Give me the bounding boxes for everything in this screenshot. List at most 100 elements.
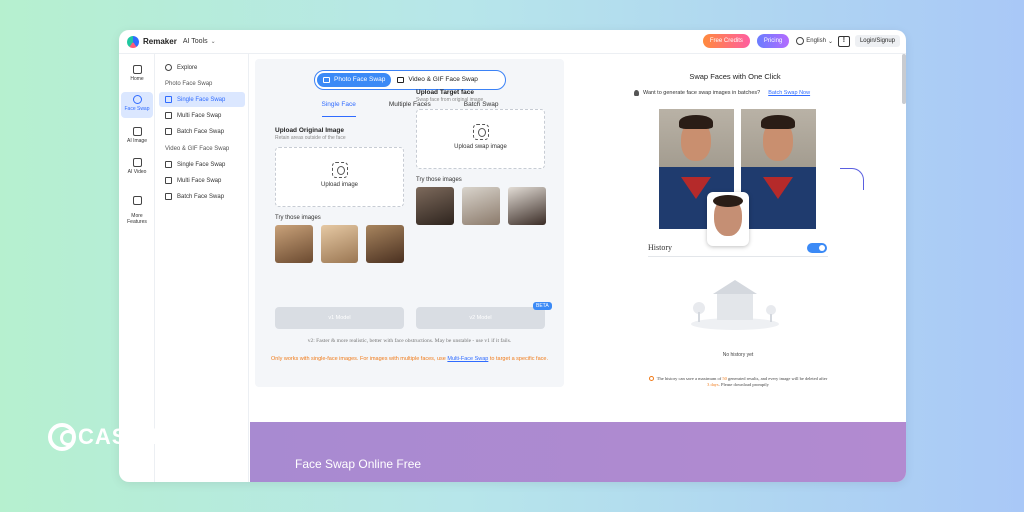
login-button[interactable]: Login/Signup xyxy=(854,35,900,47)
photo-icon xyxy=(323,77,330,83)
multi-face-icon xyxy=(165,112,172,119)
top-right-actions: Free Credits Pricing English ⌄ ! Login/S… xyxy=(702,34,900,48)
sample-image[interactable] xyxy=(320,225,359,263)
multi-face-swap-link[interactable]: Multi-Face Swap xyxy=(447,356,488,362)
secondary-nav: Explore Photo Face Swap Single Face Swap… xyxy=(155,54,249,482)
upload-original-label: Upload image xyxy=(320,182,359,188)
divider xyxy=(648,256,828,257)
compass-icon xyxy=(165,64,172,71)
hair xyxy=(713,195,743,207)
model-note: v2: Faster & more realistic, better with… xyxy=(307,338,512,344)
nav-photo-batch[interactable]: Batch Face Swap xyxy=(159,124,245,139)
upload-original-dropzone[interactable]: Upload image xyxy=(275,147,404,207)
sample-image[interactable] xyxy=(416,187,454,225)
sample-image[interactable] xyxy=(508,187,546,225)
batch-prompt: Want to generate face swap images in bat… xyxy=(634,90,810,96)
rail-item-home[interactable]: Home xyxy=(121,62,153,88)
note-days: 3 days xyxy=(707,382,719,387)
nav-photo-multi[interactable]: Multi Face Swap xyxy=(159,108,245,123)
nav-label: Single Face Swap xyxy=(177,161,226,168)
batch-swap-now-link[interactable]: Batch Swap Now xyxy=(768,90,810,96)
nav-label: Explore xyxy=(177,64,198,71)
lightbulb-icon xyxy=(634,90,639,96)
globe-icon xyxy=(796,37,805,45)
sample-original-images xyxy=(275,225,405,263)
rail-label: Home xyxy=(130,76,144,82)
chevron-down-icon: ⌄ xyxy=(827,38,833,45)
rail-item-more-features[interactable]: More Features xyxy=(121,187,153,225)
logo[interactable]: Remaker xyxy=(127,35,177,48)
nav-video-batch[interactable]: Batch Face Swap xyxy=(159,189,245,204)
brand-name: Remaker xyxy=(143,37,177,46)
rail-label: More Features xyxy=(127,213,147,225)
pricing-button[interactable]: Pricing xyxy=(756,34,790,48)
feedback-icon[interactable]: ! xyxy=(837,35,850,47)
video-icon xyxy=(132,158,142,167)
warning-text: to target a specific face. xyxy=(489,356,548,362)
rail-item-ai-image[interactable]: AI Image xyxy=(121,124,153,150)
nav-section-photo: Photo Face Swap xyxy=(165,81,213,87)
v1-model-button[interactable]: v1 Model xyxy=(275,307,404,329)
upload-target-dropzone[interactable]: Upload swap image xyxy=(416,109,545,169)
sample-image[interactable] xyxy=(366,225,405,263)
tab-single-face[interactable]: Single Face xyxy=(321,101,356,117)
example-result-image xyxy=(741,109,816,229)
note-text: The history can save a maximum of xyxy=(656,376,722,381)
watermark-text: CASHIFY xyxy=(78,424,182,449)
note-text: . Please download promptly xyxy=(718,382,769,387)
batch-prompt-text: Want to generate face swap images in bat… xyxy=(643,90,761,96)
hair xyxy=(761,115,795,129)
original-image-column: Upload Original Image Retain areas outsi… xyxy=(275,127,405,263)
cashify-watermark: CASHIFY xyxy=(48,423,182,451)
rail-item-face-swap[interactable]: Face Swap xyxy=(121,92,153,118)
try-images-label: Try those images xyxy=(275,215,321,221)
nav-explore[interactable]: Explore xyxy=(159,60,245,75)
mode-photo-face-swap[interactable]: Photo Face Swap xyxy=(317,73,392,87)
rail-label: AI Image xyxy=(126,138,147,144)
empty-history-illustration xyxy=(691,280,779,330)
image-icon xyxy=(132,127,142,136)
nav-video-single[interactable]: Single Face Swap xyxy=(159,157,245,172)
home-icon xyxy=(132,65,142,74)
history-title: History xyxy=(648,243,672,252)
language-selector[interactable]: English ⌄ xyxy=(796,37,833,45)
example-source-face xyxy=(707,192,749,246)
nav-video-multi[interactable]: Multi Face Swap xyxy=(159,173,245,188)
single-face-icon xyxy=(165,161,172,168)
face-swap-icon xyxy=(132,95,142,104)
free-credits-button[interactable]: Free Credits xyxy=(702,34,750,48)
cashify-logo-icon xyxy=(48,423,76,451)
original-image-subtitle: Retain areas outside of the face xyxy=(275,135,346,141)
hair xyxy=(679,115,713,129)
original-image-title: Upload Original Image xyxy=(275,127,344,134)
sample-image[interactable] xyxy=(275,225,313,263)
chevron-down-icon: ⌄ xyxy=(210,39,216,45)
banner-heading: Face Swap Online Free xyxy=(295,457,422,471)
sample-image[interactable] xyxy=(462,187,500,225)
rail-label: Face Swap xyxy=(124,106,150,112)
nav-section-video: Video & GIF Face Swap xyxy=(165,146,230,152)
upload-face-icon xyxy=(472,124,489,140)
ai-tools-menu[interactable]: AI Tools xyxy=(183,38,208,45)
upload-target-label: Upload swap image xyxy=(454,144,507,150)
mode-label: Video & GIF Face Swap xyxy=(408,76,478,83)
rail-label: AI Video xyxy=(127,169,147,175)
preview-panel: Swap Faces with One Click Want to genera… xyxy=(570,60,900,400)
mode-video-gif-face-swap[interactable]: Video & GIF Face Swap xyxy=(391,73,484,87)
app-window: Remaker AI Tools ⌄ Free Credits Pricing … xyxy=(119,30,906,482)
single-face-icon xyxy=(165,96,172,103)
preview-title: Swap Faces with One Click xyxy=(689,72,781,81)
info-icon xyxy=(648,376,654,382)
scrollbar[interactable] xyxy=(902,54,906,104)
empty-history-text: No history yet xyxy=(722,352,754,358)
v2-model-button[interactable]: v2 Model xyxy=(416,307,545,329)
batch-icon xyxy=(165,128,172,135)
nav-label: Single Face Swap xyxy=(177,96,226,103)
beta-badge: BETA xyxy=(533,302,552,310)
face-swap-panel: Photo Face Swap Video & GIF Face Swap Si… xyxy=(255,59,564,387)
nav-photo-single[interactable]: Single Face Swap xyxy=(159,92,245,107)
nav-label: Multi Face Swap xyxy=(177,177,222,184)
rail-item-ai-video[interactable]: AI Video xyxy=(121,155,153,181)
history-toggle[interactable] xyxy=(807,243,827,253)
warning-text: Only works with single-face images. For … xyxy=(271,356,446,362)
